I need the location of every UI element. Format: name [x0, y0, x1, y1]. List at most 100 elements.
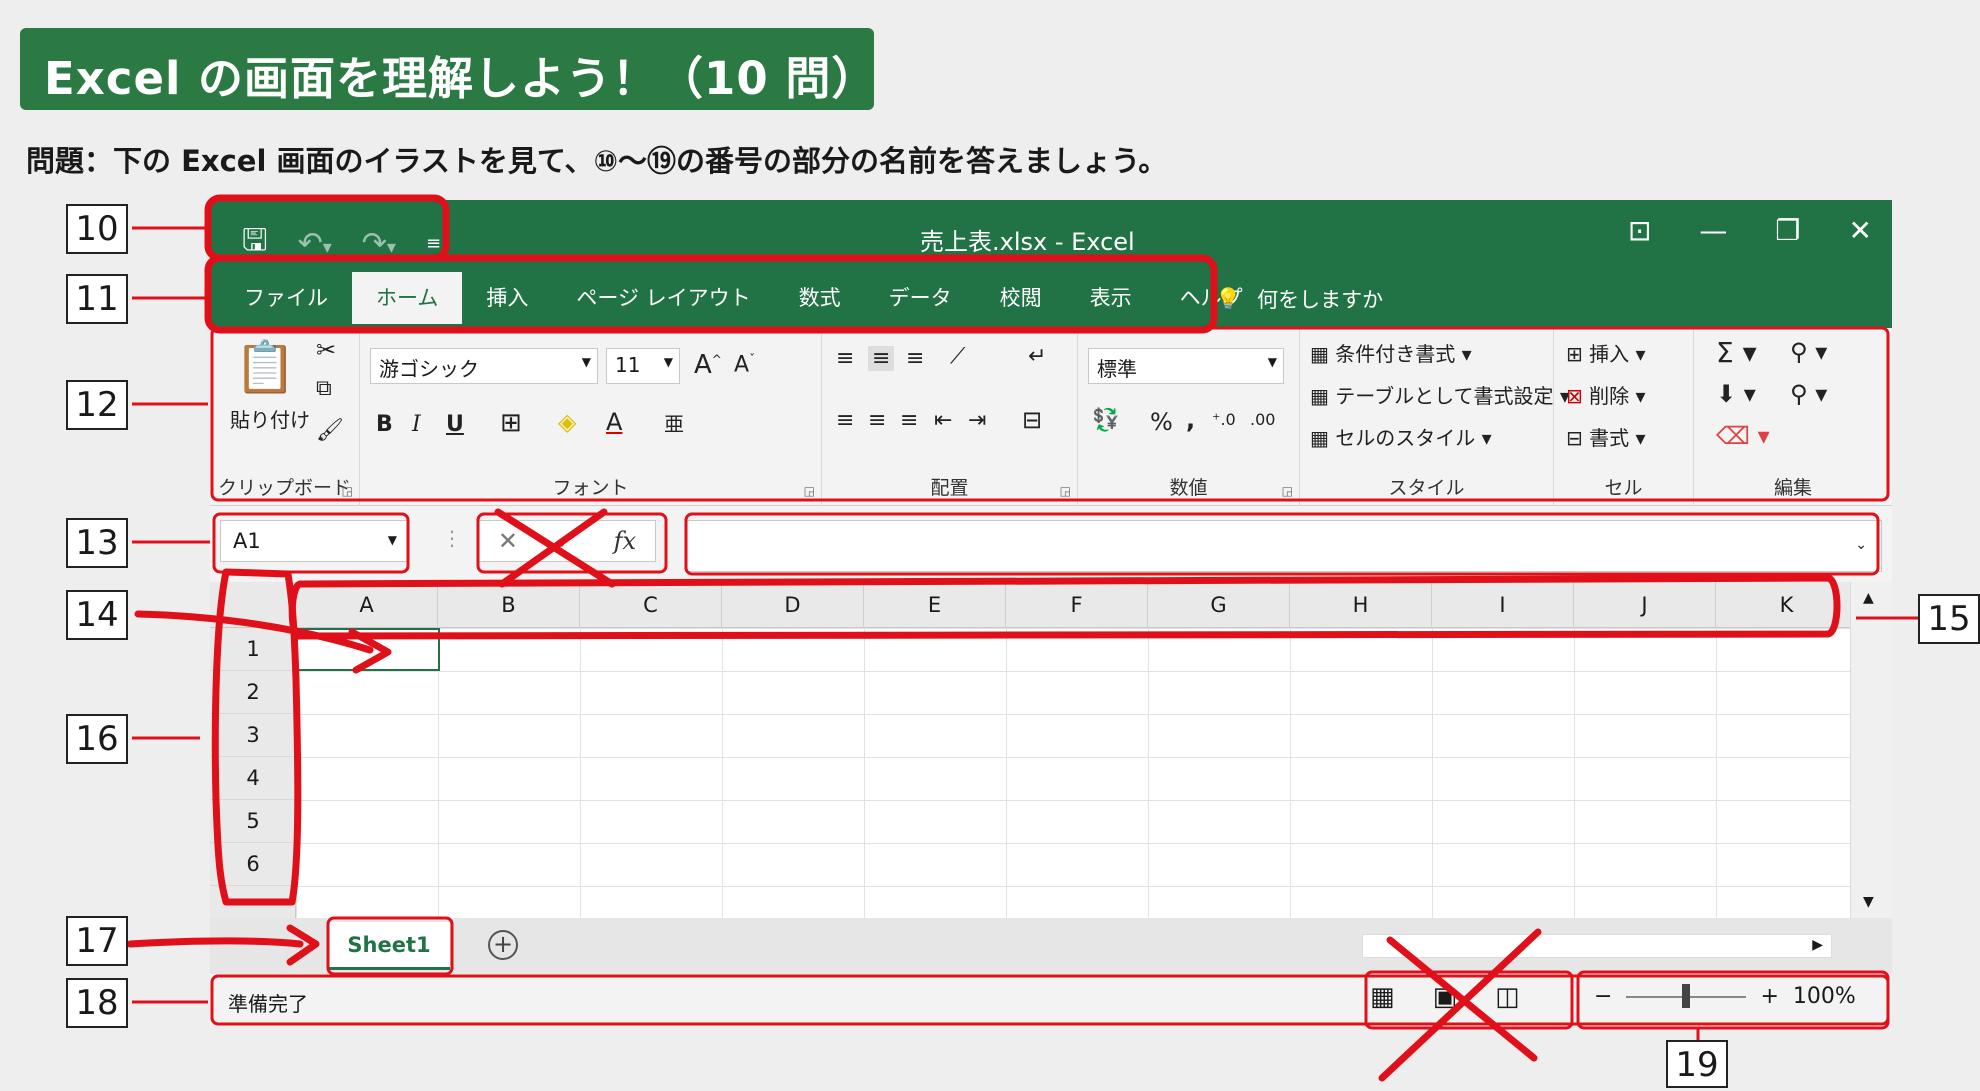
ribbon-display-icon[interactable]: ⊡: [1628, 214, 1651, 247]
number-format-select[interactable]: 標準 ▼: [1088, 348, 1284, 384]
redo-icon[interactable]: ↷▾: [362, 226, 396, 261]
format-painter-icon[interactable]: 🖌: [316, 418, 344, 443]
tab-page-layout[interactable]: ページ レイアウト: [552, 272, 774, 324]
currency-format-icon[interactable]: 💱: [1092, 408, 1119, 433]
format-cells-button[interactable]: ⊟ 書式 ▾: [1566, 422, 1646, 451]
tab-formulas[interactable]: 数式: [775, 272, 865, 324]
zoom-level[interactable]: 100%: [1793, 984, 1856, 1009]
cell-area[interactable]: [296, 628, 1850, 918]
column-header[interactable]: I: [1432, 582, 1574, 628]
paste-button-label[interactable]: 貼り付け: [230, 404, 310, 433]
copy-icon[interactable]: ⧉: [316, 376, 332, 401]
tab-home[interactable]: ホーム: [352, 272, 463, 324]
borders-icon[interactable]: ⊞: [500, 408, 522, 438]
tab-file[interactable]: ファイル: [220, 272, 352, 324]
wrap-text-icon[interactable]: ↵: [1028, 344, 1046, 369]
underline-icon[interactable]: U: [446, 412, 464, 437]
align-center-icon[interactable]: ≡: [868, 408, 886, 433]
comma-style-button[interactable]: ,: [1186, 406, 1195, 434]
autosum-icon[interactable]: Σ ▾: [1716, 336, 1757, 369]
column-header[interactable]: D: [722, 582, 864, 628]
enter-icon[interactable]: ✓: [556, 527, 576, 555]
increase-indent-icon[interactable]: ⇥: [968, 408, 986, 433]
active-cell-a1[interactable]: [296, 628, 440, 671]
column-header[interactable]: A: [296, 582, 438, 628]
format-as-table-button[interactable]: ▦ テーブルとして書式設定 ▾: [1310, 380, 1570, 409]
row-header[interactable]: 3: [210, 714, 296, 757]
decrease-indent-icon[interactable]: ⇤: [934, 408, 952, 433]
font-size-select[interactable]: 11 ▼: [606, 348, 680, 384]
column-header[interactable]: J: [1574, 582, 1716, 628]
zoom-slider[interactable]: [1626, 983, 1747, 1008]
row-header[interactable]: 4: [210, 757, 296, 800]
formula-bar-grip[interactable]: ⋮: [442, 526, 462, 550]
column-header[interactable]: F: [1006, 582, 1148, 628]
conditional-formatting-button[interactable]: ▦ 条件付き書式 ▾: [1310, 338, 1472, 367]
name-box[interactable]: A1 ▼: [220, 520, 408, 562]
scroll-right-icon[interactable]: ▶: [1812, 937, 1823, 953]
row-header[interactable]: 6: [210, 843, 296, 886]
scroll-down-icon[interactable]: ▼: [1863, 894, 1874, 910]
save-icon[interactable]: 🖫: [242, 218, 268, 269]
add-sheet-icon[interactable]: +: [488, 930, 518, 960]
sort-filter-icon[interactable]: ⚲ ▾: [1790, 380, 1827, 408]
page-layout-view-icon[interactable]: ▣: [1433, 982, 1458, 1012]
vertical-scrollbar[interactable]: ▲ ▼: [1850, 582, 1892, 918]
cut-icon[interactable]: ✂: [316, 336, 336, 364]
expand-formula-icon[interactable]: ⌄: [1855, 537, 1867, 553]
tab-data[interactable]: データ: [865, 272, 976, 324]
select-all-corner[interactable]: [210, 582, 296, 628]
column-header[interactable]: B: [438, 582, 580, 628]
zoom-slider-thumb[interactable]: [1682, 983, 1691, 1008]
zoom-out-icon[interactable]: −: [1594, 984, 1612, 1009]
grow-font-icon[interactable]: A^: [694, 350, 722, 380]
paste-icon[interactable]: 📋: [234, 338, 296, 397]
sheet-tab-sheet1[interactable]: Sheet1: [328, 922, 450, 970]
formula-input[interactable]: ⌄: [686, 520, 1882, 572]
tab-insert[interactable]: 挿入: [462, 272, 552, 324]
insert-function-icon[interactable]: fx: [614, 527, 636, 555]
insert-cells-button[interactable]: ⊞ 挿入 ▾: [1566, 338, 1646, 367]
horizontal-scrollbar[interactable]: ▶: [1362, 934, 1832, 958]
font-color-icon[interactable]: A: [606, 408, 622, 436]
align-right-icon[interactable]: ≡: [900, 408, 918, 433]
find-select-icon[interactable]: ⚲ ▾: [1790, 338, 1827, 366]
column-header[interactable]: H: [1290, 582, 1432, 628]
increase-decimal-icon[interactable]: ⁺.0: [1212, 410, 1236, 429]
close-icon[interactable]: ✕: [1849, 214, 1872, 247]
normal-view-icon[interactable]: ▦: [1370, 982, 1395, 1012]
scroll-up-icon[interactable]: ▲: [1863, 590, 1874, 606]
fill-icon[interactable]: ⬇ ▾: [1716, 380, 1756, 408]
dialog-launcher-icon[interactable]: ◲: [1060, 484, 1071, 498]
cancel-icon[interactable]: ✕: [498, 527, 518, 555]
dialog-launcher-icon[interactable]: ◲: [1282, 484, 1293, 498]
row-header[interactable]: 2: [210, 671, 296, 714]
column-header[interactable]: G: [1148, 582, 1290, 628]
column-header[interactable]: K: [1716, 582, 1858, 628]
undo-icon[interactable]: ↶▾: [298, 226, 332, 261]
clear-icon[interactable]: ⌫ ▾: [1716, 422, 1770, 450]
tab-view[interactable]: 表示: [1066, 272, 1156, 324]
cell-styles-button[interactable]: ▦ セルのスタイル ▾: [1310, 422, 1492, 451]
tell-me-box[interactable]: 💡 何をしますか: [1215, 284, 1383, 314]
decrease-decimal-icon[interactable]: .00: [1250, 410, 1275, 429]
restore-icon[interactable]: ❐: [1775, 214, 1800, 247]
row-header[interactable]: 1: [210, 628, 296, 671]
minimize-icon[interactable]: —: [1699, 214, 1727, 247]
percent-style-button[interactable]: %: [1150, 408, 1173, 436]
align-left-icon[interactable]: ≡: [836, 408, 854, 433]
shrink-font-icon[interactable]: Aˇ: [734, 352, 755, 377]
dialog-launcher-icon[interactable]: ◲: [342, 484, 353, 498]
align-bottom-icon[interactable]: ≡: [906, 346, 924, 371]
row-header[interactable]: 5: [210, 800, 296, 843]
column-header[interactable]: E: [864, 582, 1006, 628]
phonetic-guide-icon[interactable]: 亜: [664, 408, 684, 437]
fill-color-icon[interactable]: ◈: [558, 408, 576, 436]
delete-cells-button[interactable]: ⊠ 削除 ▾: [1566, 380, 1646, 409]
tab-review[interactable]: 校閲: [976, 272, 1066, 324]
customize-qat-icon[interactable]: ≡: [426, 233, 441, 254]
font-name-select[interactable]: 游ゴシック ▼: [370, 348, 598, 384]
orientation-icon[interactable]: ⟋: [950, 344, 965, 369]
dialog-launcher-icon[interactable]: ◲: [804, 484, 815, 498]
bold-icon[interactable]: B: [376, 412, 393, 437]
